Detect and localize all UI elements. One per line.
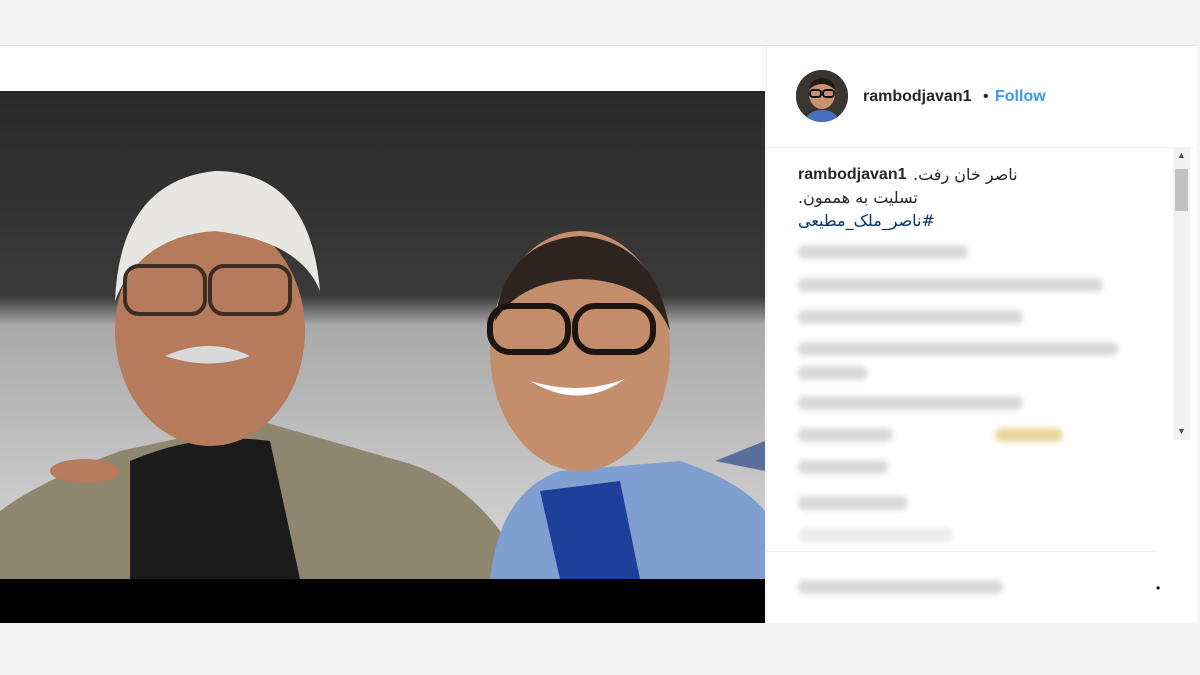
- post-sidebar: rambodjavan1 • Follow rambodjavan1 ناصر …: [766, 46, 1197, 623]
- blurred-comment: [798, 342, 1118, 356]
- comments-area[interactable]: rambodjavan1 ناصر خان رفت. تسلیت به هممو…: [767, 148, 1192, 484]
- username-link[interactable]: rambodjavan1: [863, 88, 971, 106]
- caption-line-1: ناصر خان رفت.: [913, 165, 1018, 184]
- photo-image: [0, 91, 765, 579]
- more-options-icon[interactable]: •: [1156, 581, 1160, 595]
- caption-username[interactable]: rambodjavan1: [798, 166, 906, 184]
- blurred-comment: [798, 396, 1023, 410]
- scroll-thumb[interactable]: [1175, 169, 1188, 211]
- blurred-comment: [995, 428, 1063, 442]
- instagram-post: rambodjavan1 • Follow rambodjavan1 ناصر …: [0, 45, 1197, 623]
- section-divider: [767, 551, 1157, 552]
- blurred-comment: [798, 528, 953, 542]
- avatar-image: [796, 70, 848, 122]
- separator-dot: •: [983, 88, 989, 105]
- caption-line-2: تسلیت به هممون.: [798, 188, 918, 207]
- blurred-comment: [798, 278, 1103, 292]
- comments-scrollbar[interactable]: ▲ ▼: [1173, 147, 1190, 440]
- post-photo[interactable]: [0, 91, 765, 623]
- blurred-comment: [798, 310, 1023, 324]
- post-header: rambodjavan1 • Follow: [767, 46, 1197, 148]
- blurred-likes: [798, 580, 1003, 594]
- scroll-down-icon[interactable]: ▼: [1173, 423, 1190, 440]
- caption-hashtag[interactable]: #ناصر_ملک_مطیعی: [798, 211, 935, 230]
- blurred-comment: [798, 366, 868, 380]
- follow-button[interactable]: Follow: [995, 88, 1046, 106]
- blurred-comment: [798, 496, 908, 510]
- avatar[interactable]: [796, 70, 848, 122]
- scroll-up-icon[interactable]: ▲: [1173, 147, 1190, 164]
- blurred-comment: [798, 245, 968, 259]
- blurred-comment: [798, 460, 888, 474]
- blurred-comment: [798, 428, 893, 442]
